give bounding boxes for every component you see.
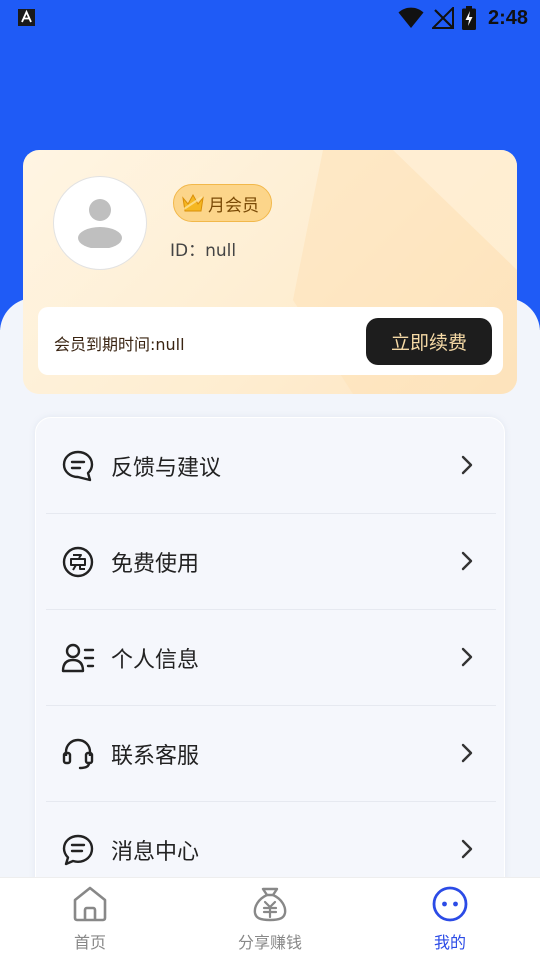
chevron-right-icon — [461, 551, 473, 571]
tab-label: 我的 — [433, 933, 466, 952]
money-bag-icon — [253, 887, 287, 922]
menu-label: 反馈与建议 — [111, 456, 222, 481]
menu-item-feedback[interactable]: 反馈与建议 — [46, 418, 496, 514]
tab-home[interactable]: 首页 — [0, 878, 180, 960]
clock: 2:48 — [487, 6, 528, 29]
renew-button[interactable]: 立即续费 — [366, 318, 492, 365]
headset-icon — [62, 738, 94, 770]
default-avatar-icon — [78, 199, 122, 248]
tab-share-earn[interactable]: 分享赚钱 — [180, 878, 360, 960]
app-notification-icon — [18, 9, 35, 26]
menu-item-customer-service[interactable]: 联系客服 — [46, 706, 496, 802]
chevron-right-icon — [461, 743, 473, 763]
expire-time-text: 会员到期时间:null — [54, 335, 185, 354]
free-icon — [62, 546, 94, 578]
status-bar: 2:48 — [0, 0, 540, 36]
bottom-tab-bar: 首页 分享赚钱 我的 — [0, 877, 540, 960]
home-icon — [73, 886, 107, 922]
chevron-right-icon — [461, 455, 473, 475]
no-signal-icon — [431, 7, 454, 29]
message-icon — [62, 834, 94, 866]
tab-label: 分享赚钱 — [237, 933, 302, 952]
feedback-icon — [62, 450, 94, 482]
crown-icon — [182, 193, 204, 212]
menu-item-personal-info[interactable]: 个人信息 — [46, 610, 496, 706]
menu-label: 消息中心 — [111, 840, 200, 865]
wifi-icon — [398, 7, 424, 28]
avatar[interactable] — [53, 176, 147, 270]
user-id: ID：null — [170, 241, 237, 261]
me-icon — [432, 886, 468, 922]
person-info-icon — [61, 643, 95, 673]
battery-charging-icon — [461, 6, 476, 30]
tab-mine[interactable]: 我的 — [360, 878, 540, 960]
chevron-right-icon — [461, 839, 473, 859]
tab-label: 首页 — [73, 933, 106, 952]
expire-panel: 会员到期时间:null 立即续费 — [38, 307, 503, 375]
chevron-right-icon — [461, 647, 473, 667]
member-card: 月会员 ID：null 会员到期时间:null 立即续费 — [23, 150, 517, 394]
vip-badge: 月会员 — [173, 184, 272, 222]
menu-item-free[interactable]: 免费使用 — [46, 514, 496, 610]
menu-label: 个人信息 — [111, 648, 200, 673]
menu-label: 免费使用 — [111, 552, 200, 577]
vip-badge-label: 月会员 — [208, 195, 259, 216]
menu-label: 联系客服 — [111, 744, 200, 769]
menu-list: 反馈与建议 免费使用 个人信息 联系客服 消息中心 — [35, 417, 505, 937]
status-icons: 2:48 — [398, 6, 528, 30]
